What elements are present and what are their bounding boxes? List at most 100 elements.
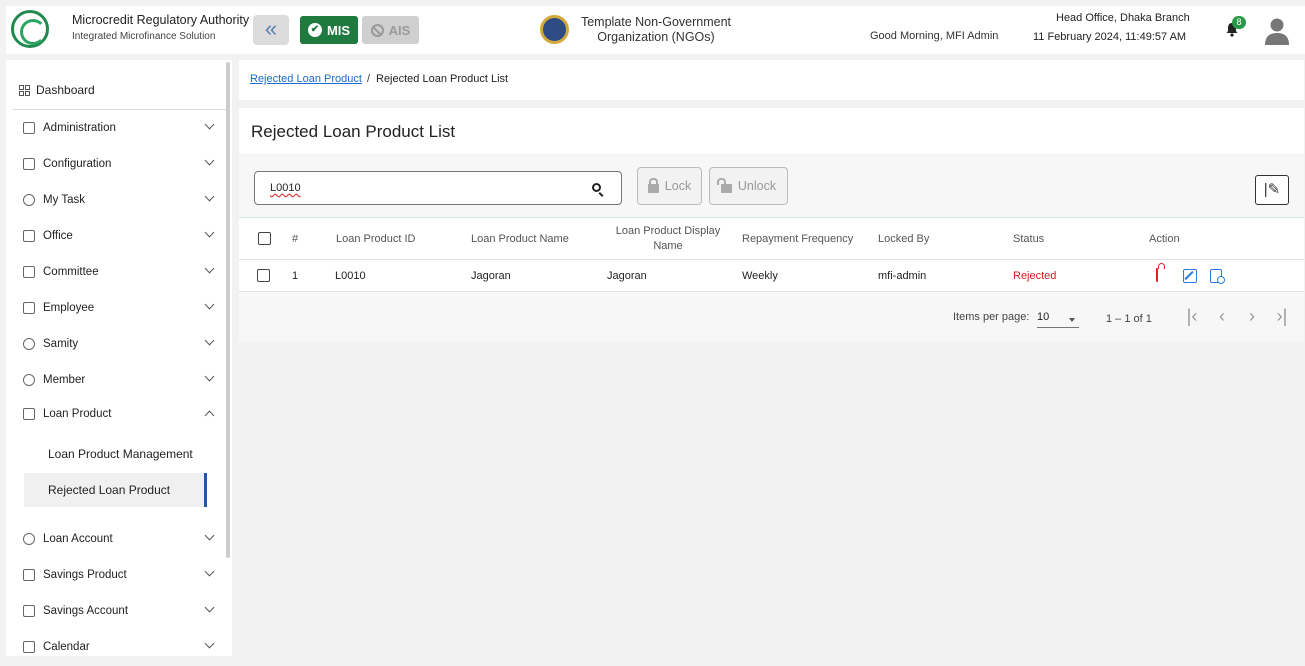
lock-button[interactable]: Lock xyxy=(637,167,702,205)
table-row: 1 L0010 Jagoran Jagoran Weekly mfi-admin… xyxy=(239,260,1304,292)
column-header-display-name[interactable]: Loan Product Display Name xyxy=(607,218,729,259)
task-icon xyxy=(23,194,35,206)
chevron-down-icon xyxy=(204,299,215,310)
sidebar-item-savings-account[interactable]: Savings Account xyxy=(23,601,215,621)
select-all-checkbox[interactable] xyxy=(258,232,271,245)
column-edit-icon: |✎ xyxy=(1263,181,1281,198)
search-input-value: L0010 xyxy=(270,182,301,194)
sidebar-item-label: My Task xyxy=(43,194,85,206)
cell-number: 1 xyxy=(292,269,299,282)
sidebar-item-dashboard[interactable]: Dashboard xyxy=(19,83,95,97)
paginator: Items per page: 10 1 – 1 of 1 |‹ ‹ › ›| xyxy=(239,292,1304,342)
cell-display-name: Jagoran xyxy=(607,269,647,282)
savings-product-icon xyxy=(23,569,35,581)
sidebar-item-member[interactable]: Member xyxy=(23,370,215,390)
employee-icon xyxy=(23,302,35,314)
savings-account-icon xyxy=(23,605,35,617)
view-details-icon[interactable] xyxy=(1210,268,1225,284)
samity-icon xyxy=(23,338,35,350)
sidebar-item-my-task[interactable]: My Task xyxy=(23,190,215,210)
sidebar-item-label: Samity xyxy=(43,338,79,350)
sidebar-item-label: Member xyxy=(43,374,86,386)
column-header-name[interactable]: Loan Product Name xyxy=(471,218,569,259)
column-settings-button[interactable]: |✎ xyxy=(1255,175,1289,205)
chevron-down-icon xyxy=(204,119,215,130)
config-icon xyxy=(23,158,35,170)
status-badge: Rejected xyxy=(1013,269,1057,282)
sidebar-item-label: Loan Product xyxy=(43,408,112,420)
previous-page-icon[interactable]: ‹ xyxy=(1214,307,1230,326)
chevron-down-icon xyxy=(204,638,215,649)
sidebar-subitem-rejected-loan-product[interactable]: Rejected Loan Product xyxy=(24,473,207,507)
loan-product-icon xyxy=(23,408,35,420)
sidebar-item-label: Loan Account xyxy=(43,533,113,545)
sidebar-item-calendar[interactable]: Calendar xyxy=(23,637,215,656)
next-page-icon[interactable]: › xyxy=(1244,307,1260,326)
row-checkbox-cell xyxy=(257,260,270,291)
column-header-status[interactable]: Status xyxy=(1013,218,1044,259)
sidebar-subitem-label: Loan Product Management xyxy=(48,447,193,461)
user-avatar-icon[interactable] xyxy=(1264,17,1290,45)
row-checkbox[interactable] xyxy=(257,269,270,282)
chevron-down-icon xyxy=(204,155,215,166)
ban-icon xyxy=(370,23,384,37)
dropdown-caret-icon xyxy=(1069,318,1075,322)
sidebar-item-loan-account[interactable]: Loan Account xyxy=(23,529,215,549)
column-header-frequency[interactable]: Repayment Frequency xyxy=(742,218,853,259)
notification-badge: 8 xyxy=(1232,16,1246,29)
first-page-icon[interactable]: |‹ xyxy=(1184,307,1200,326)
sidebar-item-employee[interactable]: Employee xyxy=(23,298,215,318)
column-header-locked-by[interactable]: Locked By xyxy=(878,218,929,259)
sidebar-item-configuration[interactable]: Configuration xyxy=(23,154,215,174)
lock-action-icon[interactable] xyxy=(1156,267,1170,283)
sidebar-item-administration[interactable]: Administration xyxy=(23,118,215,138)
mis-button[interactable]: ✔ MIS xyxy=(300,16,358,44)
search-icon[interactable] xyxy=(592,183,601,192)
page-title: Rejected Loan Product List xyxy=(251,122,456,141)
mra-logo-icon xyxy=(11,10,49,48)
unlock-icon xyxy=(716,177,732,193)
greeting-text: Good Morning, MFI Admin xyxy=(870,30,999,42)
sidebar-item-loan-product[interactable]: Loan Product xyxy=(23,404,215,424)
sidebar-subitem-label: Rejected Loan Product xyxy=(48,483,171,497)
double-chevron-left-icon: « xyxy=(264,16,278,41)
column-header-id[interactable]: Loan Product ID xyxy=(336,218,416,259)
sidebar-subitem-loan-product-management[interactable]: Loan Product Management xyxy=(24,437,207,471)
ais-button[interactable]: AIS xyxy=(362,16,419,44)
chevron-down-icon xyxy=(204,566,215,577)
sidebar-item-label: Employee xyxy=(43,302,95,314)
sidebar-item-office[interactable]: Office xyxy=(23,226,215,246)
search-input[interactable]: L0010 xyxy=(254,171,622,205)
column-header-number: # xyxy=(292,232,299,245)
page-header: Rejected Loan Product List xyxy=(239,108,1304,154)
breadcrumb-current: Rejected Loan Product List xyxy=(376,73,509,85)
breadcrumb-link[interactable]: Rejected Loan Product xyxy=(250,73,362,85)
brand-subtitle: Integrated Microfinance Solution xyxy=(72,31,216,42)
chevron-up-icon xyxy=(204,410,215,421)
unlock-button[interactable]: Unlock xyxy=(709,167,788,205)
page-range: 1 – 1 of 1 xyxy=(1106,313,1152,325)
collapse-sidebar-button[interactable]: « xyxy=(253,15,289,45)
sidebar-item-samity[interactable]: Samity xyxy=(23,334,215,354)
items-per-page-select[interactable]: 10 xyxy=(1037,306,1079,328)
member-icon xyxy=(23,374,35,386)
sidebar-item-label: Administration xyxy=(43,122,116,134)
edit-icon[interactable] xyxy=(1183,268,1197,283)
sidebar-item-committee[interactable]: Committee xyxy=(23,262,215,282)
loan-product-table: # Loan Product ID Loan Product Name Loan… xyxy=(239,217,1304,292)
sidebar-scrollbar[interactable] xyxy=(226,62,230,558)
unlock-label: Unlock xyxy=(737,179,777,193)
sidebar-item-label: Calendar xyxy=(43,641,90,653)
last-page-icon[interactable]: ›| xyxy=(1274,307,1290,326)
items-per-page-label: Items per page: xyxy=(953,311,1030,323)
chevron-down-icon xyxy=(204,335,215,346)
sidebar-item-savings-product[interactable]: Savings Product xyxy=(23,565,215,585)
chevron-down-icon xyxy=(204,602,215,613)
cell-locked-by: mfi-admin xyxy=(878,269,927,282)
cell-name: Jagoran xyxy=(471,269,511,282)
org-name-line1: Template Non-Government xyxy=(580,15,732,29)
branch-name: Head Office, Dhaka Branch xyxy=(1056,12,1190,24)
sidebar-item-label: Office xyxy=(43,230,73,242)
lock-label: Lock xyxy=(664,179,692,193)
main-content: L0010 Lock Unlock |✎ # Loan Product ID L… xyxy=(239,155,1304,342)
